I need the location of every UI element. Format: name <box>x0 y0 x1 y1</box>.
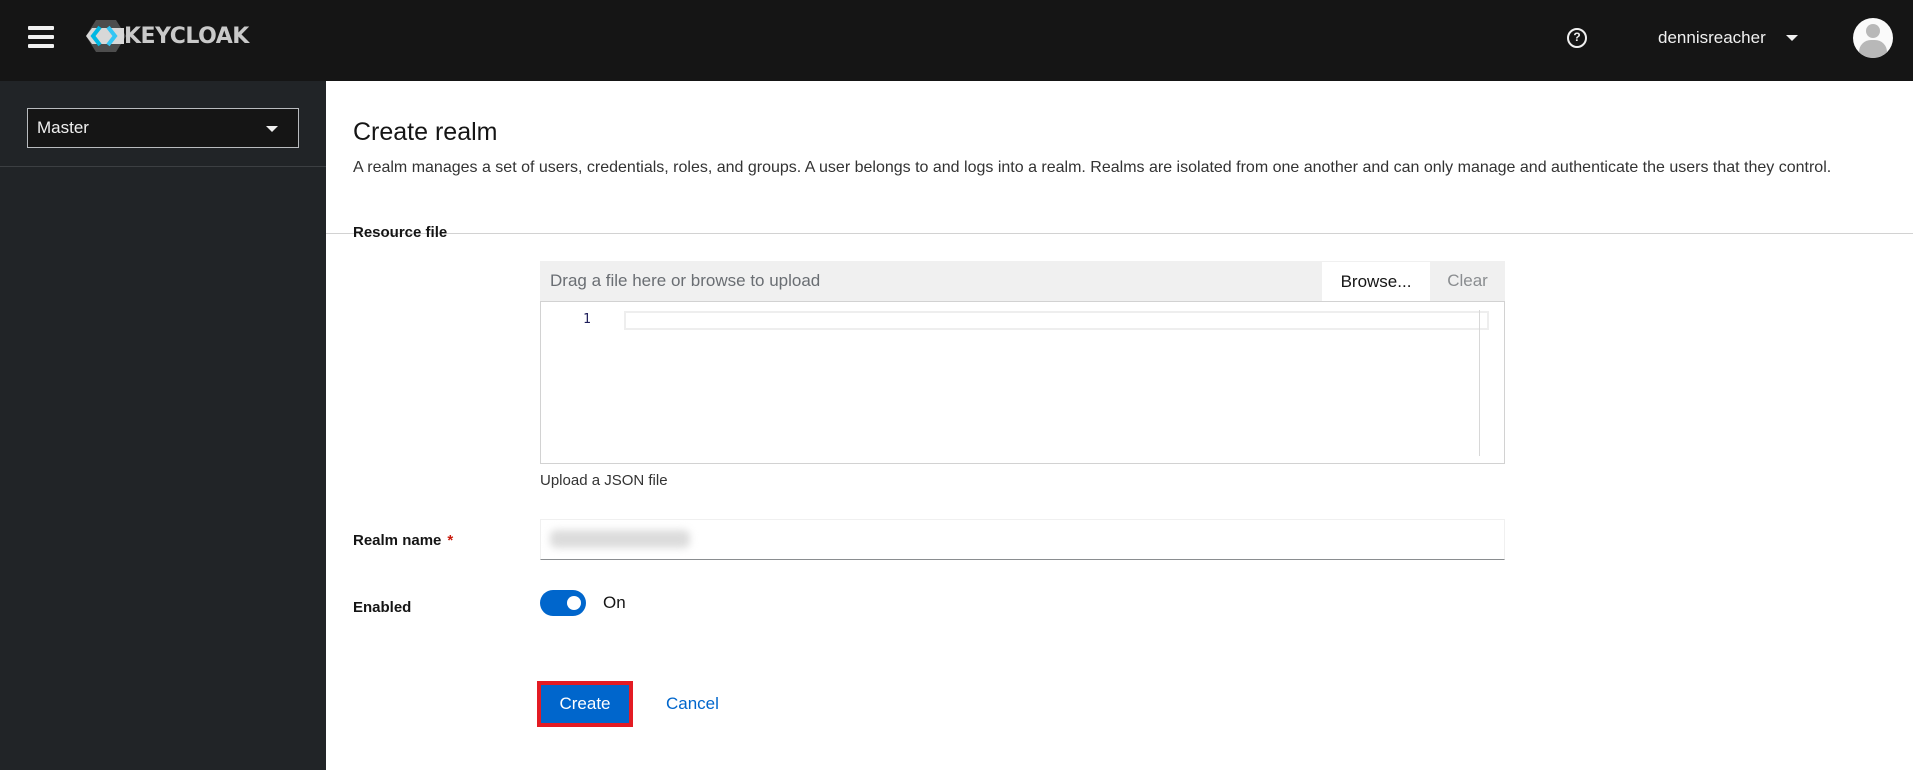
realm-selector-value: Master <box>37 118 89 137</box>
sidebar-divider <box>0 166 326 167</box>
cancel-button[interactable]: Cancel <box>666 681 719 727</box>
file-drop-zone[interactable]: Drag a file here or browse to upload Bro… <box>540 261 1505 301</box>
line-number: 1 <box>583 312 591 327</box>
create-button[interactable]: Create <box>537 681 633 727</box>
json-code-editor[interactable]: 1 <box>540 301 1505 464</box>
keycloak-logo-icon <box>86 20 126 52</box>
upload-helper-text: Upload a JSON file <box>540 472 668 489</box>
page-description: A realm manages a set of users, credenti… <box>353 159 1832 176</box>
brand-name: KEYCLOAK <box>124 23 249 49</box>
realm-name-obscured-value <box>550 530 690 548</box>
required-marker: * <box>447 532 454 549</box>
sidebar: Master <box>0 81 326 770</box>
resource-file-upload[interactable]: Drag a file here or browse to upload Bro… <box>540 261 1505 489</box>
resource-file-label: Resource file <box>353 224 448 241</box>
user-menu-toggle[interactable]: dennisreacher <box>1658 25 1798 51</box>
browse-button[interactable]: Browse... <box>1322 262 1430 301</box>
main-content: Create realm A realm manages a set of us… <box>326 81 1913 770</box>
enabled-label: Enabled <box>353 599 412 616</box>
avatar-icon[interactable] <box>1853 18 1893 58</box>
keycloak-logo[interactable]: KEYCLOAK <box>86 18 249 54</box>
editor-scrollbar[interactable] <box>1479 310 1480 456</box>
enabled-toggle[interactable] <box>540 590 586 616</box>
caret-down-icon <box>266 126 278 132</box>
realm-name-label: Realm name * <box>353 532 453 549</box>
page-title: Create realm <box>353 118 498 146</box>
realm-selector[interactable]: Master <box>27 108 299 148</box>
clear-button[interactable]: Clear <box>1430 261 1505 301</box>
help-icon[interactable]: ? <box>1567 28 1587 48</box>
username: dennisreacher <box>1658 28 1766 47</box>
file-upload-placeholder[interactable]: Drag a file here or browse to upload <box>540 261 1322 301</box>
realm-name-label-text: Realm name <box>353 532 442 549</box>
masthead: KEYCLOAK ? dennisreacher <box>0 0 1913 81</box>
toggle-knob <box>567 596 581 610</box>
caret-down-icon <box>1785 35 1798 41</box>
hamburger-icon[interactable] <box>28 26 54 50</box>
editor-current-line[interactable] <box>624 311 1489 330</box>
enabled-state-label: On <box>603 593 626 612</box>
page-header: Create realm A realm manages a set of us… <box>326 81 1913 234</box>
